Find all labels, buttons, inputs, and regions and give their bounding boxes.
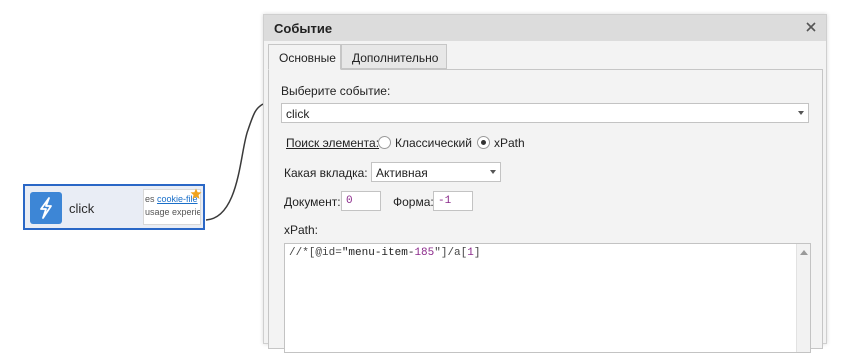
xpath-code: //*[@id="menu-item-185"]/a[1] <box>289 247 481 259</box>
chevron-down-icon <box>798 111 804 115</box>
radio-xpath[interactable] <box>477 136 490 149</box>
event-label: Выберите событие: <box>281 84 391 98</box>
scroll-up-arrow-icon[interactable] <box>800 250 808 255</box>
tab-main[interactable]: Основные <box>268 44 341 70</box>
tab-select-label: Какая вкладка: <box>284 166 368 180</box>
browser-tab-select[interactable]: Активная <box>371 162 501 182</box>
search-element-label[interactable]: Поиск элемента: <box>286 136 379 150</box>
node-label: click <box>69 201 95 216</box>
textarea-scrollbar[interactable] <box>796 244 810 352</box>
frame-label: Форма: <box>393 195 434 209</box>
event-dialog: Событие Основные Дополнительно Выберите … <box>263 14 827 353</box>
close-icon[interactable] <box>803 19 819 35</box>
dialog-titlebar[interactable]: Событие <box>264 15 826 41</box>
thumb-text: es <box>145 194 158 204</box>
star-icon <box>190 188 202 199</box>
chevron-down-icon <box>490 170 496 174</box>
event-select[interactable]: click <box>281 103 809 123</box>
browser-tab-value: Активная <box>376 166 428 180</box>
event-select-value: click <box>286 107 310 121</box>
xpath-label: xPath: <box>284 223 319 237</box>
frame-input[interactable]: -1 <box>433 191 473 211</box>
thumb-text-2: usage experie <box>145 207 201 217</box>
radio-classic[interactable] <box>378 136 391 149</box>
dialog-title: Событие <box>274 21 333 36</box>
radio-xpath-label: xPath <box>494 136 525 150</box>
radio-classic-label: Классический <box>395 136 472 150</box>
document-input[interactable]: 0 <box>341 191 381 211</box>
lightning-icon <box>30 192 62 224</box>
action-node[interactable]: click es cookie-file usage experie <box>23 184 205 230</box>
tab-additional[interactable]: Дополнительно <box>341 44 447 69</box>
document-label: Документ: <box>284 195 341 209</box>
xpath-textarea[interactable]: //*[@id="menu-item-185"]/a[1] <box>284 243 811 353</box>
